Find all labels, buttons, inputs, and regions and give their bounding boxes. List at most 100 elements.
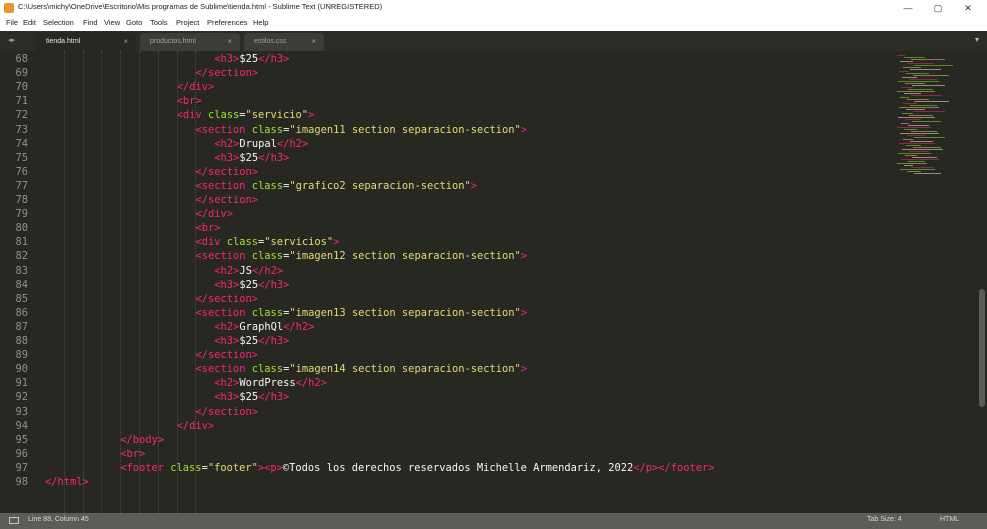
- code-token: >: [520, 123, 528, 136]
- menu-project[interactable]: Project: [176, 18, 199, 27]
- tab-close-icon[interactable]: ×: [311, 37, 316, 46]
- tab-productos-html[interactable]: productos.html ×: [140, 33, 240, 51]
- code-token: </section>: [195, 349, 259, 362]
- line-number: 68: [15, 53, 28, 65]
- code-token: </h3>: [258, 53, 290, 65]
- tab-close-icon[interactable]: ×: [123, 37, 128, 46]
- menu-tools[interactable]: Tools: [150, 18, 168, 27]
- code-line[interactable]: <h3>$25</h3>: [214, 279, 289, 291]
- code-line[interactable]: <section class="grafico2 separacion-sect…: [195, 180, 477, 192]
- code-line[interactable]: <br>: [177, 95, 202, 107]
- tab-nav-arrows-icon[interactable]: ◂ ▸: [8, 36, 15, 44]
- code-token: "grafico2 separacion-section": [289, 179, 471, 192]
- minimize-button[interactable]: —: [894, 0, 922, 16]
- menu-find[interactable]: Find: [83, 18, 98, 27]
- code-token: >: [520, 363, 528, 376]
- code-token: </div>: [195, 208, 234, 221]
- tab-menu-icon[interactable]: ▾: [975, 35, 979, 44]
- code-line[interactable]: <div class="servicios">: [195, 236, 339, 248]
- code-line[interactable]: <h3>$25</h3>: [214, 152, 289, 164]
- code-line[interactable]: <h3>$25</h3>: [214, 335, 289, 347]
- minimap-line: [912, 85, 945, 86]
- tab-size-indicator[interactable]: Tab Size: 4: [867, 516, 902, 523]
- tab-tienda-html[interactable]: tienda.html ×: [36, 33, 136, 51]
- indent-guide: [195, 51, 197, 513]
- line-number: 75: [15, 151, 28, 164]
- minimap-line: [906, 109, 925, 110]
- minimap-line: [900, 97, 909, 98]
- code-token: "footer": [207, 461, 258, 474]
- syntax-indicator[interactable]: HTML: [940, 516, 959, 523]
- code-line[interactable]: <br>: [195, 222, 220, 234]
- code-token: <h2>: [214, 137, 240, 150]
- vertical-scrollbar[interactable]: [977, 51, 987, 513]
- line-number: 76: [15, 165, 28, 178]
- line-number: 82: [15, 250, 28, 263]
- line-number: 94: [15, 419, 28, 432]
- maximize-button[interactable]: ▢: [924, 0, 952, 16]
- code-token: $25: [239, 278, 259, 291]
- minimap[interactable]: [897, 51, 957, 191]
- minimap-line: [911, 131, 937, 132]
- code-line[interactable]: <br>: [120, 448, 145, 460]
- code-line[interactable]: <section class="imagen14 section separac…: [195, 363, 527, 375]
- panel-toggle-icon[interactable]: [9, 517, 19, 524]
- minimap-line: [900, 133, 939, 134]
- line-number: 78: [15, 194, 28, 206]
- minimap-line: [910, 141, 933, 142]
- code-line[interactable]: </section>: [195, 349, 258, 361]
- line-number: 91: [15, 377, 28, 390]
- menu-file[interactable]: File: [6, 18, 18, 27]
- minimap-line: [903, 67, 921, 68]
- code-line[interactable]: <h2>WordPress</h2>: [214, 377, 327, 389]
- menu-selection[interactable]: Selection: [43, 18, 74, 27]
- line-number-gutter: 68 69 70 71 72 73 74 75 76 77 78 79 80 81 82 83 84 85 86 87…: [0, 51, 36, 513]
- minimap-line: [902, 149, 943, 150]
- minimap-line: [904, 57, 925, 58]
- close-button[interactable]: ✕: [954, 0, 982, 16]
- minimap-line: [908, 89, 933, 90]
- line-number: 86: [15, 306, 28, 319]
- code-token: <h3>: [214, 278, 240, 291]
- code-line[interactable]: <h2>Drupal</h2>: [214, 138, 308, 150]
- code-line[interactable]: <h2>GraphQl</h2>: [214, 321, 314, 333]
- line-number: 89: [15, 349, 28, 362]
- code-line[interactable]: <h2>JS</h2>: [214, 265, 283, 277]
- code-token: JS: [239, 264, 252, 277]
- code-line[interactable]: <div class="servicio">: [177, 109, 315, 121]
- minimap-line: [913, 111, 945, 112]
- menu-edit[interactable]: Edit: [23, 18, 36, 27]
- menu-goto[interactable]: Goto: [126, 18, 142, 27]
- minimap-line: [914, 173, 941, 174]
- minimap-line: [906, 73, 929, 74]
- minimap-line: [914, 137, 945, 138]
- code-line[interactable]: <section class="imagen13 section separac…: [195, 307, 527, 319]
- code-line[interactable]: </section>: [195, 194, 258, 206]
- tab-label: tienda.html: [46, 38, 81, 45]
- code-line[interactable]: </section>: [195, 406, 258, 418]
- tab-bar: ◂ ▸ tienda.html × productos.html × estil…: [0, 31, 987, 51]
- code-line[interactable]: </section>: [195, 67, 258, 79]
- menu-view[interactable]: View: [104, 18, 120, 27]
- code-line[interactable]: <h3>$25</h3>: [214, 391, 289, 403]
- menu-preferences[interactable]: Preferences: [207, 18, 247, 27]
- code-line[interactable]: <footer class="footer"><p>©Todos los der…: [120, 462, 714, 474]
- code-line[interactable]: </section>: [195, 166, 258, 178]
- code-line[interactable]: <section class="imagen11 section separac…: [195, 124, 527, 136]
- code-token: <section: [195, 179, 252, 192]
- minimap-line: [902, 77, 917, 78]
- code-token: "imagen11 section separacion-section": [289, 123, 521, 136]
- scrollbar-thumb[interactable]: [979, 289, 985, 407]
- code-token: <br>: [176, 95, 202, 108]
- code-editor[interactable]: 68 69 70 71 72 73 74 75 76 77 78 79 80 81 82 83 84 85 86 87…: [0, 51, 987, 513]
- code-line[interactable]: <section class="imagen12 section separac…: [195, 250, 527, 262]
- code-line[interactable]: <h3>$25</h3>: [214, 53, 289, 65]
- minimap-line: [906, 145, 921, 146]
- code-token: $25: [239, 391, 259, 404]
- menu-help[interactable]: Help: [253, 18, 268, 27]
- tab-close-icon[interactable]: ×: [227, 37, 232, 46]
- tab-estilos-css[interactable]: estilos.css ×: [244, 33, 324, 51]
- code-line[interactable]: </div>: [195, 208, 233, 220]
- code-line[interactable]: </section>: [195, 293, 258, 305]
- minimap-line: [912, 121, 941, 122]
